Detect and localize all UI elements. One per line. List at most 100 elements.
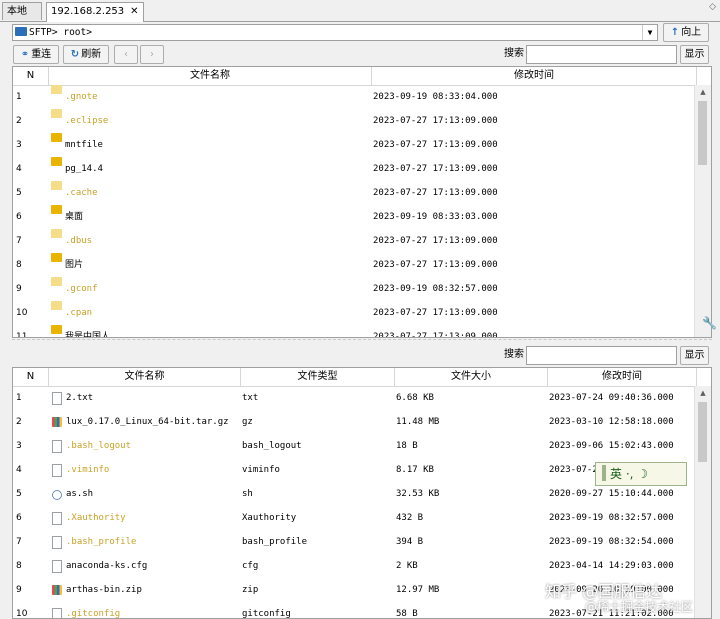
reconnect-label: 重连 [31, 49, 52, 60]
file-icon [52, 392, 62, 405]
files-search-input[interactable] [526, 346, 677, 365]
table-row[interactable]: 3 .bash_logout bash_logout 18 B 2023-09-06 1… [13, 434, 711, 458]
row-number: 5 [16, 489, 22, 499]
table-row[interactable]: 3 mntfile 2023-07-27 17:13:09.000 [13, 133, 711, 157]
col-n[interactable]: N [13, 368, 49, 386]
row-number: 10 [16, 609, 28, 619]
file-name: .cache [65, 188, 98, 198]
path-current: root> [63, 27, 92, 38]
remote-table-header: N 文件名称 修改时间 [13, 67, 711, 86]
col-name[interactable]: 文件名称 [49, 368, 241, 386]
row-number: 10 [16, 308, 28, 318]
file-name: .viminfo [66, 465, 110, 475]
table-row[interactable]: 9 .gconf 2023-09-19 08:32:57.000 [13, 277, 711, 301]
table-row[interactable]: 5 .cache 2023-07-27 17:13:09.000 [13, 181, 711, 205]
col-type[interactable]: 文件类型 [241, 368, 395, 386]
forward-button[interactable]: › [140, 45, 164, 64]
file-icon [52, 464, 62, 477]
archive-icon [52, 585, 62, 595]
file-name: .gnote [65, 92, 98, 102]
file-size: 11.48 MB [396, 417, 440, 427]
file-size: 8.17 KB [396, 465, 434, 475]
modified-time: 2023-09-19 08:32:57.000 [549, 513, 674, 523]
row-number: 6 [16, 212, 22, 222]
chevron-down-icon[interactable]: ▼ [642, 25, 657, 40]
modified-time: 2023-09-19 08:32:54.000 [549, 537, 674, 547]
col-size[interactable]: 文件大小 [395, 368, 548, 386]
table-row[interactable]: 1 .gnote 2023-09-19 08:33:04.000 [13, 85, 711, 109]
folder-icon [51, 85, 62, 94]
file-name: arthas-bin.zip [66, 585, 142, 595]
file-name: .bash_profile [66, 537, 137, 547]
file-name: lux_0.17.0_Linux_64-bit.tar.gz [66, 417, 229, 427]
table-row[interactable]: 6 .Xauthority Xauthority 432 B 2023-09-19 08… [13, 506, 711, 530]
modified-time: 2023-07-24 09:40:36.000 [549, 393, 674, 403]
table-row[interactable]: 2 lux_0.17.0_Linux_64-bit.tar.gz gz 11.48 M… [13, 410, 711, 434]
up-label: 向上 [681, 27, 702, 38]
row-number: 7 [16, 236, 22, 246]
modified-time: 2023-07-27 17:13:09.000 [373, 116, 498, 126]
col-name[interactable]: 文件名称 [49, 67, 372, 85]
file-type: zip [242, 585, 259, 595]
row-number: 4 [16, 465, 22, 475]
refresh-icon: ↻ [70, 49, 80, 60]
col-n[interactable]: N [13, 67, 49, 85]
table-row[interactable]: 11 我是中国人 2023-07-27 17:13:09.000 [13, 325, 711, 338]
tab-local[interactable]: 本地 [2, 2, 42, 20]
file-name: .gconf [65, 284, 98, 294]
row-number: 1 [16, 393, 22, 403]
up-button[interactable]: ↑ 向上 [663, 23, 709, 42]
file-icon [52, 512, 62, 525]
scroll-thumb[interactable] [698, 402, 707, 462]
scroll-up-icon[interactable]: ▲ [695, 386, 711, 400]
remote-scrollbar[interactable]: ▲ [694, 85, 711, 337]
table-row[interactable]: 6 桌面 2023-09-19 08:33:03.000 [13, 205, 711, 229]
file-size: 394 B [396, 537, 424, 547]
scroll-up-icon[interactable]: ▲ [695, 85, 711, 99]
file-type: sh [242, 489, 253, 499]
folder-icon [51, 157, 62, 166]
wrench-icon[interactable]: 🔧 [702, 316, 717, 330]
col-mtime[interactable]: 修改时间 [372, 67, 697, 85]
ime-toolbar[interactable]: 英 ·, ☽ [595, 462, 687, 486]
table-row[interactable]: 10 .cpan 2023-07-27 17:13:09.000 [13, 301, 711, 325]
file-name: 我是中国人 [65, 332, 111, 338]
table-row[interactable]: 2 .eclipse 2023-07-27 17:13:09.000 [13, 109, 711, 133]
remote-search-input[interactable] [526, 45, 677, 64]
folder-icon [51, 181, 62, 190]
row-number: 1 [16, 92, 22, 102]
scroll-thumb[interactable] [698, 101, 707, 165]
file-type: cfg [242, 561, 259, 571]
tab-remote[interactable]: 192.168.2.253 ✕ [46, 2, 144, 22]
files-show-button[interactable]: 显示 [680, 346, 709, 365]
table-row[interactable]: 8 anaconda-ks.cfg cfg 2 KB 2023-04-14 14:29:… [13, 554, 711, 578]
remote-search-label: 搜索 [504, 48, 524, 59]
table-row[interactable]: 7 .dbus 2023-07-27 17:13:09.000 [13, 229, 711, 253]
file-name: .gitconfig [66, 609, 121, 619]
file-name: as.sh [66, 489, 94, 499]
modified-time: 2023-09-19 08:33:03.000 [373, 212, 498, 222]
row-number: 3 [16, 140, 22, 150]
close-tab-icon[interactable]: ✕ [130, 6, 138, 17]
table-row[interactable]: 8 图片 2023-07-27 17:13:09.000 [13, 253, 711, 277]
path-bar[interactable]: SFTP> root> ▼ [12, 24, 658, 41]
remote-show-button[interactable]: 显示 [680, 45, 709, 64]
refresh-button[interactable]: ↻ 刷新 [63, 45, 109, 64]
path-prefix: SFTP> [29, 27, 58, 38]
tab-strip: 本地 192.168.2.253 ✕ ◇ [0, 0, 720, 22]
table-row[interactable]: 4 pg_14.4 2023-07-27 17:13:09.000 [13, 157, 711, 181]
col-mtime[interactable]: 修改时间 [548, 368, 697, 386]
back-button[interactable]: ‹ [114, 45, 138, 64]
grip-icon[interactable] [602, 465, 606, 481]
file-size: 2 KB [396, 561, 418, 571]
table-row[interactable]: 1 2.txt txt 6.68 KB 2023-07-24 09:40:36.000 [13, 386, 711, 410]
pane-splitter[interactable] [12, 339, 712, 344]
reconnect-button[interactable]: ⚭ 重连 [13, 45, 59, 64]
pin-icon[interactable]: ◇ [709, 2, 716, 12]
file-icon [52, 536, 62, 549]
file-icon [52, 440, 62, 453]
file-name: 桌面 [65, 212, 84, 222]
row-number: 3 [16, 441, 22, 451]
table-row[interactable]: 7 .bash_profile bash_profile 394 B 2023-09-1… [13, 530, 711, 554]
files-scrollbar[interactable]: ▲ [694, 386, 711, 618]
